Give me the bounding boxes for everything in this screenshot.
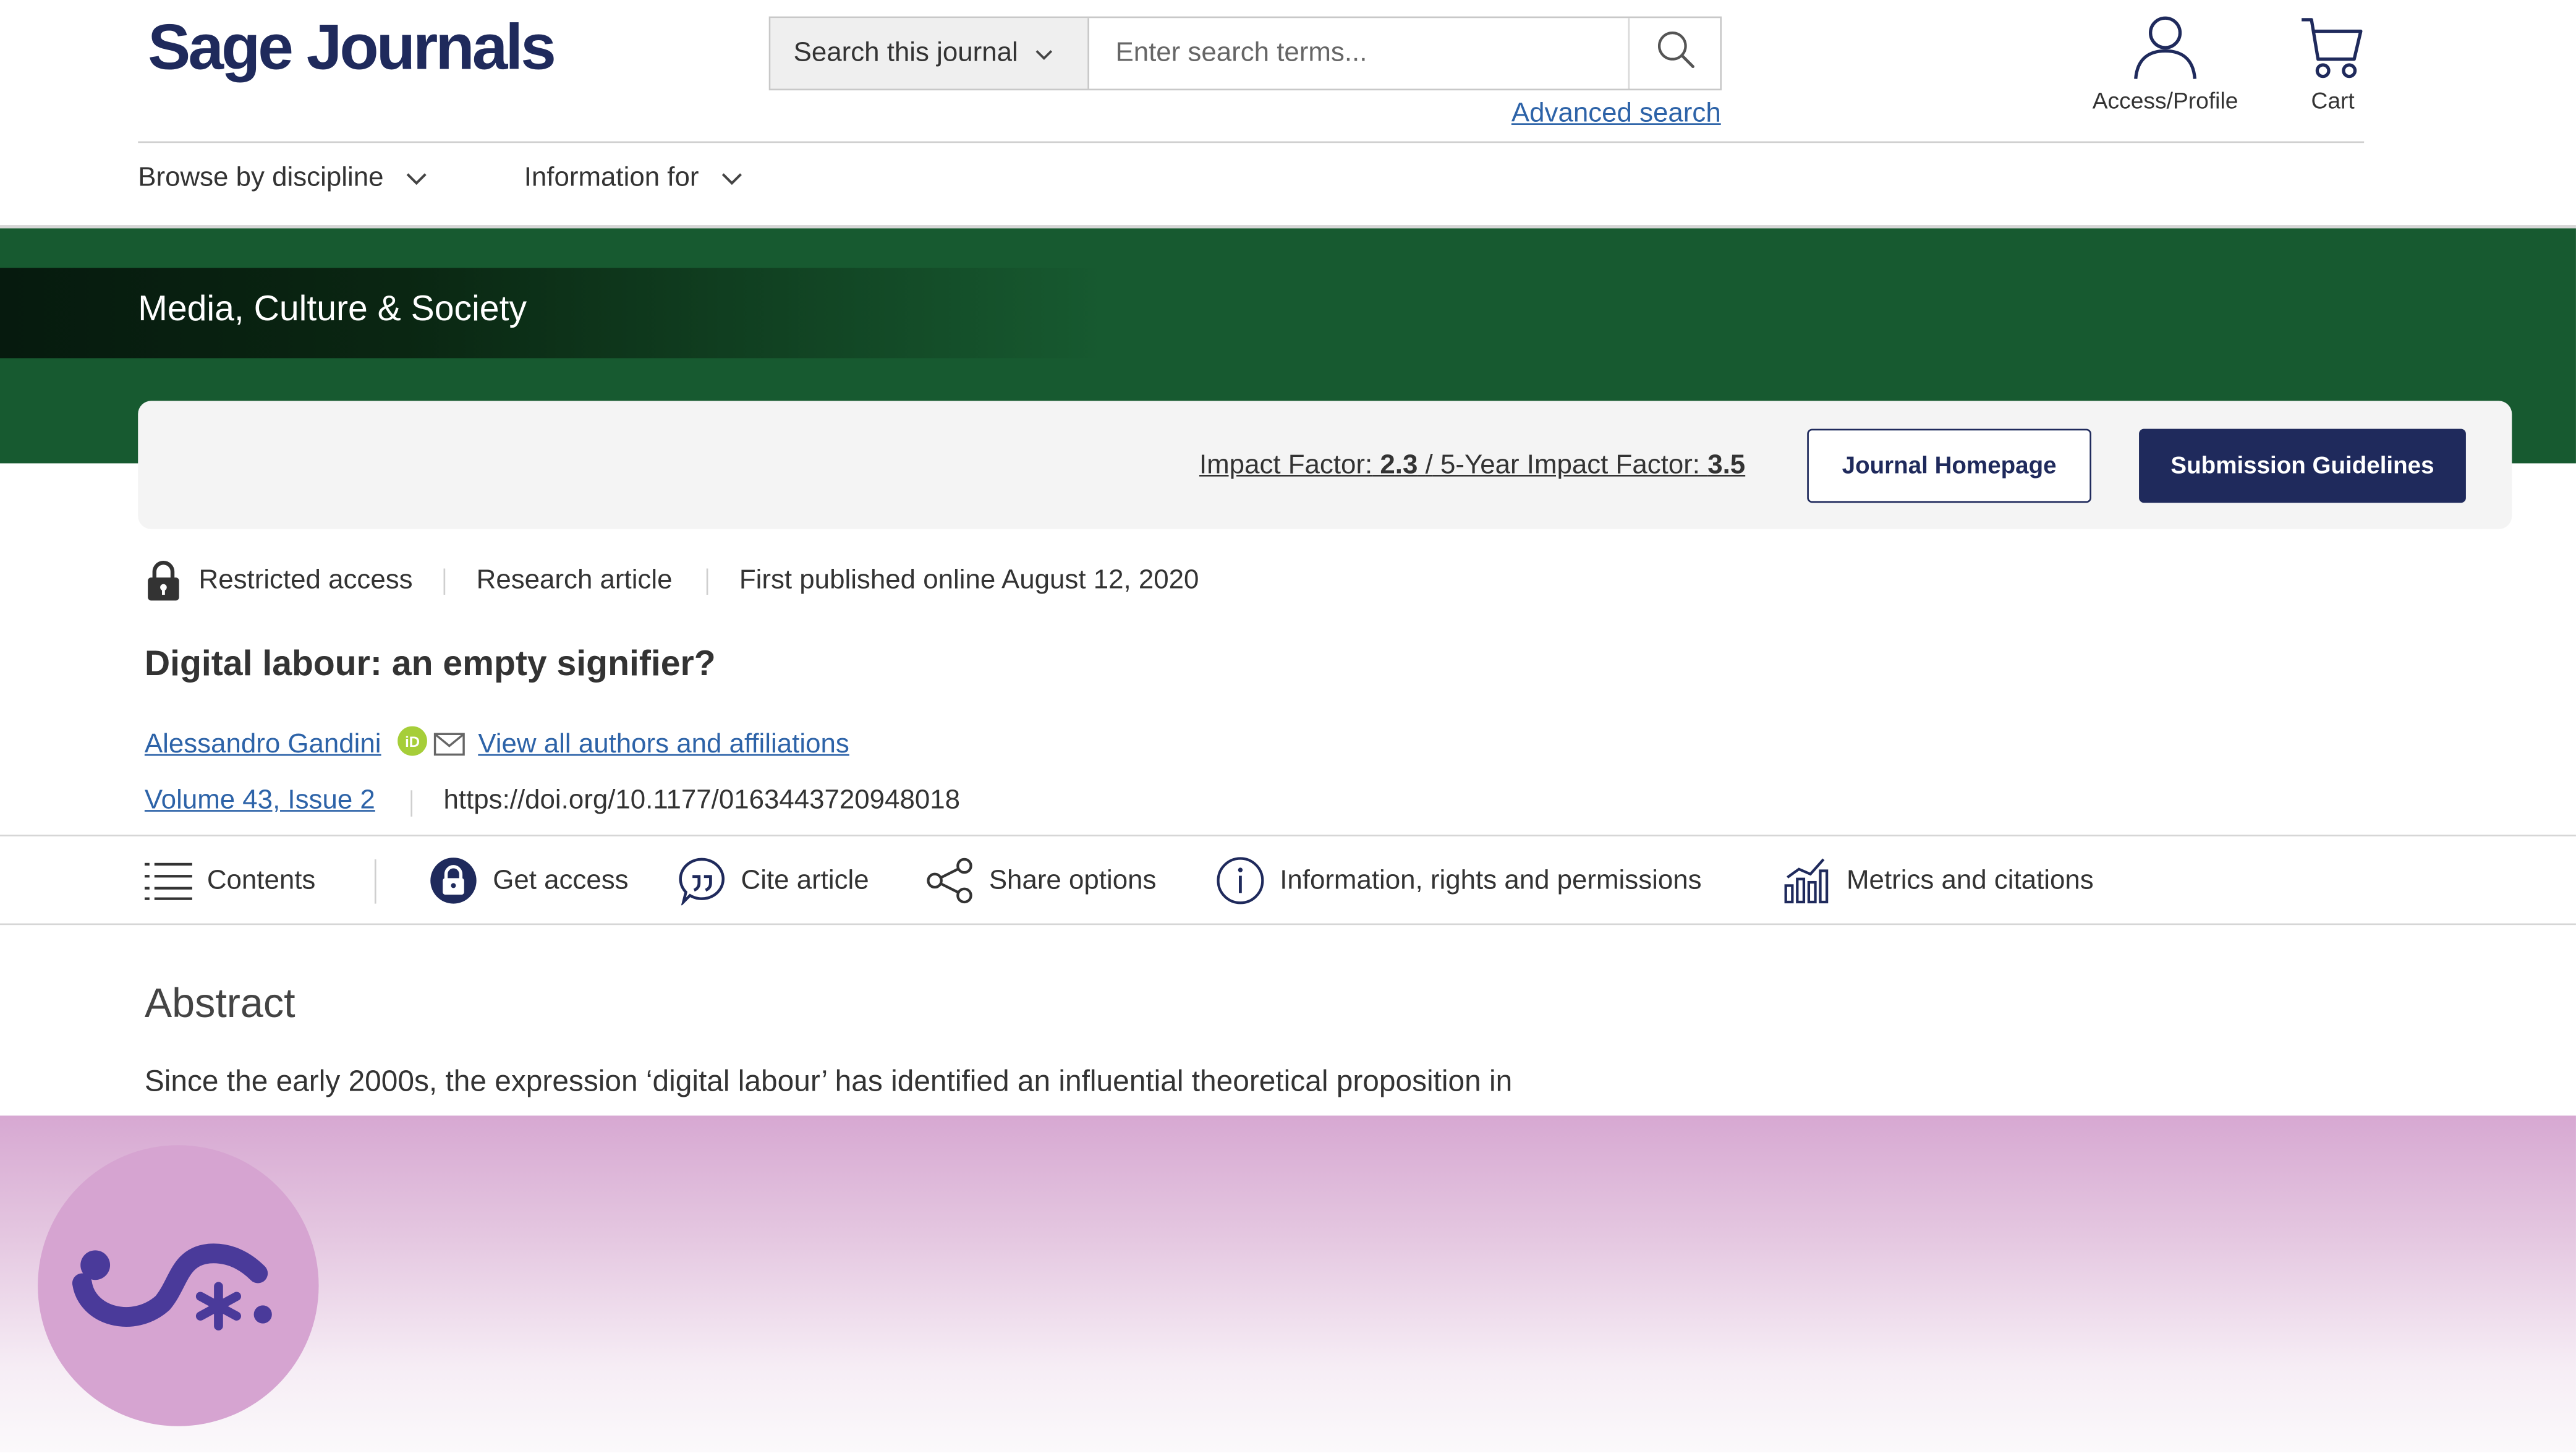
svg-text:iD: iD [405, 734, 420, 751]
advanced-search-link[interactable]: Advanced search [1511, 98, 1721, 129]
quote-icon [679, 858, 725, 906]
information-label: Information for [524, 163, 699, 192]
five-year-impact-label: 5-Year Impact Factor: [1440, 450, 1701, 480]
email-icon[interactable] [433, 733, 465, 764]
impact-factor-value: 2.3 [1380, 450, 1418, 480]
search-icon [1656, 30, 1696, 77]
search-bar: Search this journal [768, 16, 1722, 91]
browse-by-discipline-menu[interactable]: Browse by discipline [138, 163, 428, 194]
lock-circle-icon [430, 858, 477, 904]
five-year-impact-value: 3.5 [1707, 450, 1746, 480]
article-title: Digital labour: an empty signifier? [144, 644, 716, 684]
chevron-down-icon [722, 172, 742, 185]
cart-icon [2298, 18, 2368, 87]
info-icon [1217, 857, 1264, 905]
impact-factor-label: Impact Factor: [1199, 450, 1373, 480]
search-scope-label: Search this journal [793, 38, 1018, 67]
toolbar-bottom-border [0, 923, 2576, 926]
cite-article-button[interactable]: Cite article [677, 856, 869, 906]
author-link[interactable]: Alessandro Gandini [145, 730, 381, 760]
submission-guidelines-button[interactable]: Submission Guidelines [2139, 428, 2466, 503]
access-profile-label: Access/Profile [2092, 87, 2238, 114]
information-for-menu[interactable]: Information for [524, 163, 743, 194]
access-profile-button[interactable]: Access/Profile [2075, 13, 2255, 113]
user-icon [2132, 16, 2198, 87]
toolbar-separator [374, 859, 376, 904]
impact-separator: / [1425, 450, 1433, 480]
metrics-citations-label: Metrics and citations [1847, 865, 2094, 895]
toolbar-top-border [0, 835, 2576, 837]
header-divider [138, 141, 2365, 143]
share-options-button[interactable]: Share options [925, 856, 1156, 906]
chevron-down-icon [1035, 19, 1053, 89]
orcid-icon[interactable]: iD [397, 726, 427, 764]
abstract-heading: Abstract [144, 981, 295, 1027]
search-input[interactable] [1092, 18, 1628, 89]
journal-homepage-button[interactable]: Journal Homepage [1807, 428, 2091, 503]
impact-factor-link[interactable]: Impact Factor: 2.3 / 5-Year Impact Facto… [1199, 450, 1745, 481]
sage-journals-logo[interactable]: Sage Journals [148, 13, 556, 85]
meta-separator [706, 568, 708, 595]
contents-button[interactable]: Contents [144, 856, 316, 906]
abstract-text: Since the early 2000s, the expression ‘d… [144, 1065, 1513, 1098]
share-icon [927, 858, 972, 904]
volume-issue-link[interactable]: Volume 43, Issue 2 [145, 785, 375, 816]
list-icon [144, 862, 192, 900]
get-access-button[interactable]: Get access [429, 856, 629, 906]
cart-button[interactable]: Cart [2242, 13, 2423, 113]
search-button[interactable] [1628, 18, 1722, 89]
search-scope-select[interactable]: Search this journal [770, 18, 1089, 89]
publication-date: First published online August 12, 2020 [739, 565, 1199, 595]
browse-label: Browse by discipline [138, 163, 384, 192]
information-rights-label: Information, rights and permissions [1280, 865, 1702, 895]
metrics-citations-button[interactable]: Metrics and citations [1782, 856, 2094, 906]
article-type: Research article [476, 565, 673, 595]
view-all-authors-link[interactable]: View all authors and affiliations [478, 730, 849, 760]
journal-name[interactable]: Media, Culture & Society [138, 289, 527, 330]
get-access-label: Get access [493, 865, 629, 895]
meta-separator [443, 568, 446, 595]
lock-icon [147, 560, 181, 610]
doi-text[interactable]: https://doi.org/10.1177/0163443720948018 [444, 785, 960, 816]
share-options-label: Share options [988, 865, 1157, 895]
badge-logo-icon [72, 1243, 272, 1330]
access-status: Restricted access [198, 565, 413, 595]
brand-badge [38, 1145, 319, 1426]
meta-separator [410, 790, 413, 817]
bar-chart-icon [1784, 858, 1829, 904]
cart-label: Cart [2311, 87, 2355, 114]
cite-article-label: Cite article [741, 865, 869, 895]
contents-label: Contents [206, 865, 316, 895]
overlay-gradient [0, 1115, 2576, 1453]
chevron-down-icon [407, 172, 427, 185]
information-rights-button[interactable]: Information, rights and permissions [1216, 856, 1702, 906]
